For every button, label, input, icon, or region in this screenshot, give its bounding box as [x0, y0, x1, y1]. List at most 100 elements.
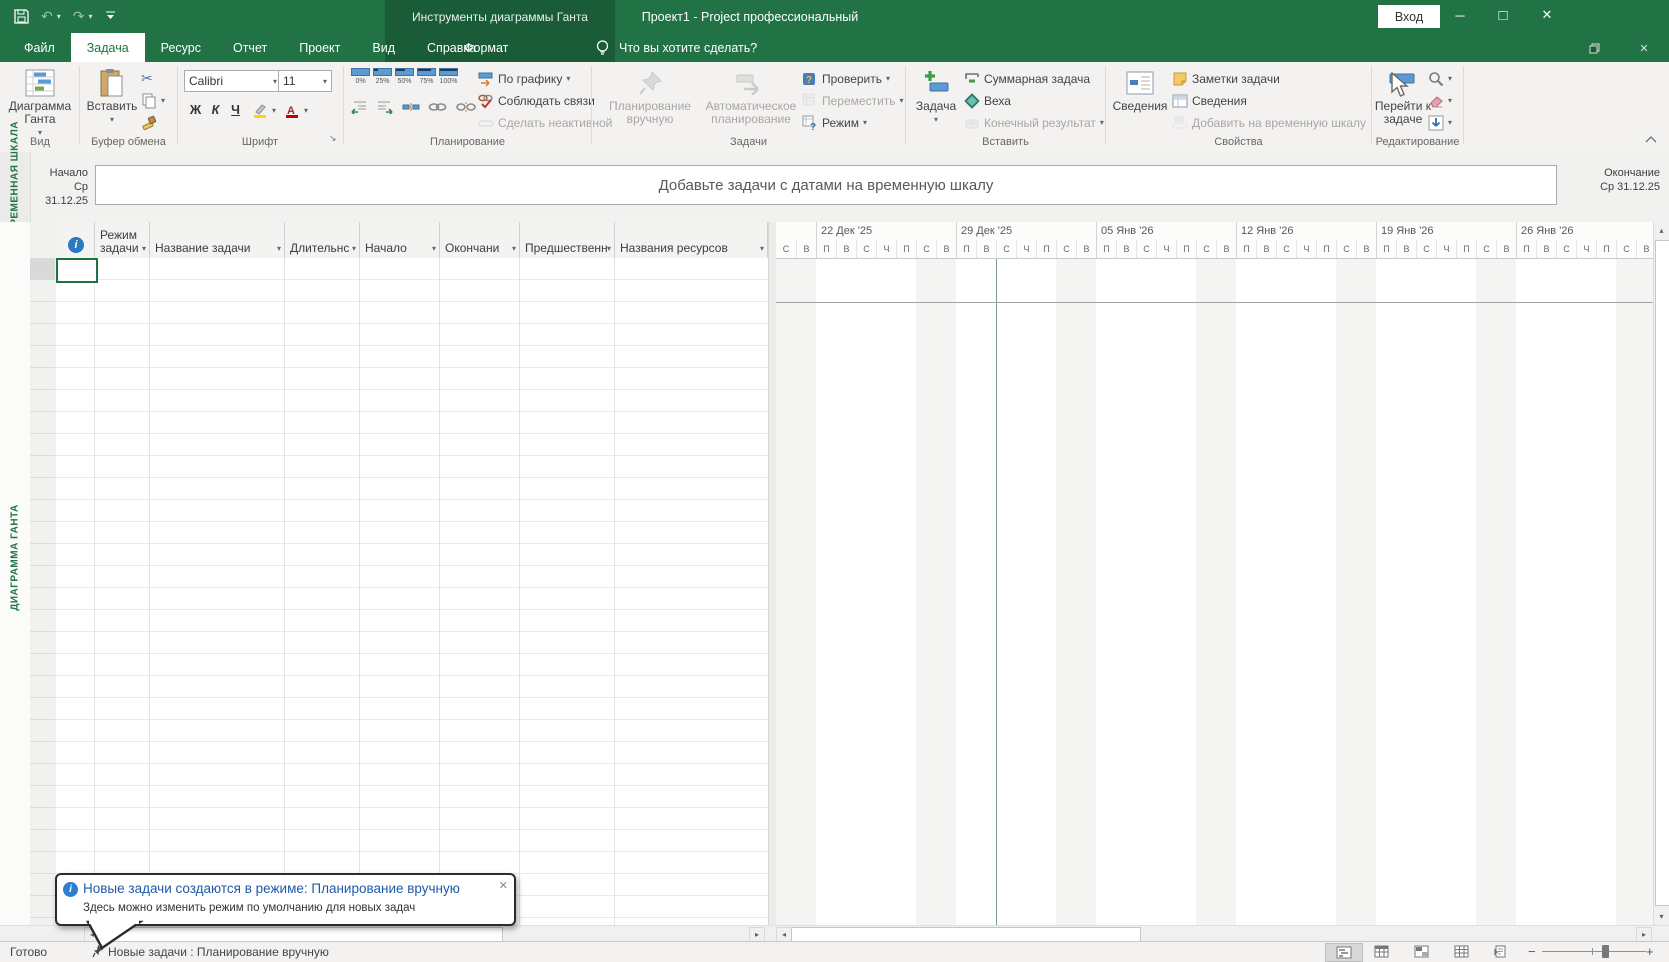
row-header-27[interactable]	[30, 830, 55, 852]
table-scroll-right-icon[interactable]: ▸	[749, 927, 765, 942]
vertical-scrollbar-thumb[interactable]	[1655, 240, 1669, 906]
copy-button[interactable]: ▾	[141, 90, 165, 111]
timescale-day[interactable]: С	[1616, 240, 1636, 258]
font-family-select[interactable]: Calibri ▾	[184, 70, 282, 92]
timescale-day[interactable]: В	[1496, 240, 1516, 258]
redo-icon[interactable]: ↷	[73, 5, 85, 27]
row-header-6[interactable]	[30, 368, 55, 390]
row-header-3[interactable]	[30, 302, 55, 324]
timescale-day[interactable]: В	[1116, 240, 1136, 258]
row-header-28[interactable]	[30, 852, 55, 874]
timescale-day[interactable]: В	[1076, 240, 1096, 258]
timescale-day[interactable]: Ч	[1156, 240, 1176, 258]
row-header-18[interactable]	[30, 632, 55, 654]
row-header-20[interactable]	[30, 676, 55, 698]
row-header-25[interactable]	[30, 786, 55, 808]
timescale-week-4[interactable]: 12 Янв '26	[1236, 222, 1376, 240]
timescale-day[interactable]: Ч	[1296, 240, 1316, 258]
gantt-scroll-left-icon[interactable]: ◂	[776, 927, 792, 942]
timeline-add-tasks-box[interactable]: Добавьте задачи с датами на временную шк…	[95, 165, 1557, 205]
timescale-day[interactable]: С	[1196, 240, 1216, 258]
timescale-day[interactable]: П	[1516, 240, 1536, 258]
column-header-режим-задачи[interactable]: Режим задачи ▾	[95, 222, 150, 258]
tab-отчет[interactable]: Отчет	[217, 33, 283, 62]
view-report-button[interactable]	[1488, 943, 1514, 960]
timescale-day[interactable]: С	[916, 240, 936, 258]
format-painter-button[interactable]	[141, 112, 157, 133]
tab-ресурс[interactable]: Ресурс	[145, 33, 217, 62]
gantt-view-strip[interactable]: ДИАГРАММА ГАНТА	[0, 222, 31, 925]
collapse-ribbon-icon[interactable]	[1645, 136, 1657, 143]
timescale-day[interactable]: С	[1556, 240, 1576, 258]
summary-task-button[interactable]: Суммарная задача	[964, 68, 1090, 89]
tab-файл[interactable]: Файл	[8, 33, 71, 62]
progress-25%-button[interactable]: 25%	[372, 68, 393, 92]
respect-links-button[interactable]: Соблюдать связи	[478, 90, 595, 111]
vertical-scrollbar[interactable]: ▴ ▾	[1653, 222, 1669, 925]
timescale-day[interactable]: П	[956, 240, 976, 258]
row-header-14[interactable]	[30, 544, 55, 566]
column-header-длительнс[interactable]: Длительнс ▾	[285, 222, 360, 258]
deliverable-button[interactable]: Конечный результат ▾	[964, 112, 1104, 133]
timescale-day[interactable]: П	[1096, 240, 1116, 258]
unlink-tasks-icon[interactable]	[456, 101, 476, 113]
italic-button[interactable]: К	[206, 100, 225, 120]
gantt-timescale[interactable]: С В 22 Дек '25 П В С Ч П С В 29 Дек '25 П В С Ч П С В 05 Я…	[776, 222, 1653, 259]
filter-dropdown-icon[interactable]: ▾	[142, 242, 146, 255]
gantt-chart-pane[interactable]: С В 22 Дек '25 П В С Ч П С В 29 Дек '25 П В С Ч П С В 05 Я…	[776, 222, 1653, 925]
undo-icon[interactable]: ↶	[41, 5, 53, 27]
task-information-button[interactable]: Сведения	[1112, 66, 1168, 113]
cut-button[interactable]: ✂	[141, 68, 153, 89]
row-header-1[interactable]	[30, 258, 55, 280]
details-button[interactable]: Сведения	[1172, 90, 1247, 111]
view-resource-sheet-button[interactable]	[1448, 943, 1474, 960]
timescale-day[interactable]: С	[776, 240, 796, 258]
manual-schedule-button[interactable]: Планирование вручную	[598, 66, 702, 126]
row-header-23[interactable]	[30, 742, 55, 764]
highlight-color-button[interactable]: ▾	[252, 100, 276, 121]
column-header-info[interactable]: i	[56, 222, 95, 258]
timescale-day[interactable]: С	[996, 240, 1016, 258]
timescale-day[interactable]: П	[896, 240, 916, 258]
row-header-26[interactable]	[30, 808, 55, 830]
row-header-29[interactable]	[30, 874, 55, 896]
progress-0%-button[interactable]: 0%	[350, 68, 371, 92]
gantt-scroll-right-icon[interactable]: ▸	[1636, 927, 1652, 942]
redo-dropdown-icon[interactable]: ▾	[88, 12, 92, 21]
timescale-week-1[interactable]: 22 Дек '25	[816, 222, 956, 240]
timescale-day[interactable]: П	[1236, 240, 1256, 258]
timescale-day[interactable]: Ч	[1576, 240, 1596, 258]
indent-task-icon[interactable]	[376, 100, 394, 114]
row-header-17[interactable]	[30, 610, 55, 632]
split-task-icon[interactable]	[402, 101, 420, 113]
timescale-day[interactable]: С	[1336, 240, 1356, 258]
undo-dropdown-icon[interactable]: ▾	[57, 12, 61, 21]
timescale-day[interactable]: П	[1456, 240, 1476, 258]
bold-button[interactable]: Ж	[186, 100, 205, 120]
timescale-day[interactable]: В	[1396, 240, 1416, 258]
row-header-12[interactable]	[30, 500, 55, 522]
milestone-button[interactable]: Веха	[964, 90, 1011, 111]
scroll-up-icon[interactable]: ▴	[1654, 222, 1669, 238]
timescale-day[interactable]: П	[1376, 240, 1396, 258]
timescale-day[interactable]: В	[1256, 240, 1276, 258]
row-header-16[interactable]	[30, 588, 55, 610]
inspect-task-button[interactable]: ? Проверить ▾	[802, 68, 890, 89]
timescale-day[interactable]: П	[1036, 240, 1056, 258]
row-header-13[interactable]	[30, 522, 55, 544]
close-button[interactable]: ✕	[1527, 0, 1567, 30]
column-header-предшественн[interactable]: Предшественн ▾	[520, 222, 615, 258]
row-header-8[interactable]	[30, 412, 55, 434]
timescale-day[interactable]: С	[1416, 240, 1436, 258]
table-scrollbar-thumb[interactable]	[99, 927, 503, 942]
timeline-strip[interactable]: ВРЕМЕННАЯ ШКАЛА	[0, 121, 31, 234]
clear-button[interactable]: ▾	[1428, 90, 1452, 111]
timescale-day[interactable]: С	[1276, 240, 1296, 258]
filter-dropdown-icon[interactable]: ▾	[512, 242, 516, 255]
progress-100%-button[interactable]: 100%	[438, 68, 459, 92]
row-header-10[interactable]	[30, 456, 55, 478]
font-size-select[interactable]: 11 ▾	[278, 70, 332, 92]
timescale-day[interactable]: С	[1476, 240, 1496, 258]
column-header-начало[interactable]: Начало ▾	[360, 222, 440, 258]
close-document-icon[interactable]: ✕	[1633, 40, 1655, 56]
